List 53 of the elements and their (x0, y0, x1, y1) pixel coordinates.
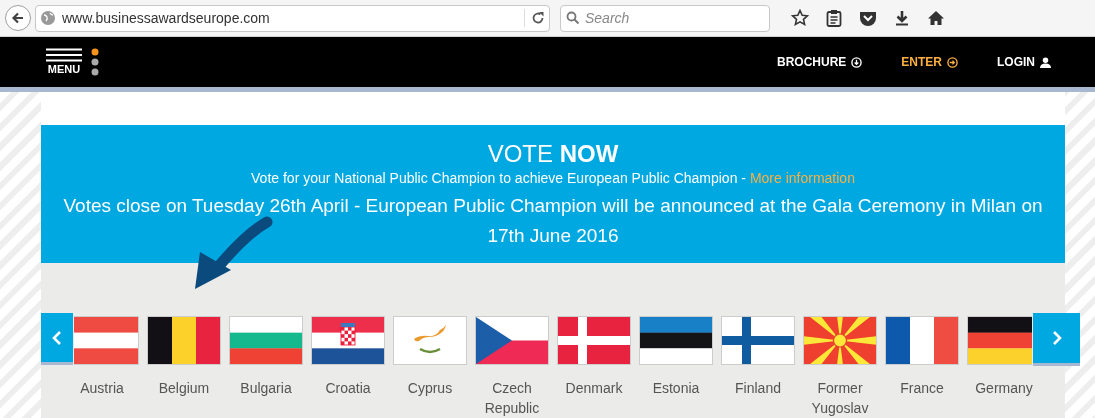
croatia-flag[interactable] (311, 316, 385, 365)
globe-icon (40, 10, 56, 26)
nav-link[interactable]: ENTER (901, 53, 958, 71)
download-icon[interactable] (894, 10, 910, 26)
star-icon[interactable] (791, 9, 809, 27)
clipboard-icon[interactable] (826, 9, 842, 27)
germany-flag[interactable] (967, 316, 1032, 365)
hamburger-icon (46, 48, 82, 62)
banner-title: VOTE NOW (487, 140, 619, 168)
home-icon[interactable] (927, 10, 945, 26)
country-label[interactable]: France (881, 378, 963, 398)
country-label[interactable]: Cyprus (389, 378, 471, 398)
nav-link[interactable]: BROCHURE (777, 53, 863, 71)
country-label[interactable]: Croatia (307, 378, 389, 398)
menu-label: MENU (47, 64, 81, 75)
reload-icon[interactable] (531, 11, 545, 25)
dots-icon (91, 48, 99, 76)
search-field[interactable]: Search (560, 4, 770, 32)
france-flag[interactable] (885, 316, 959, 365)
country-label[interactable]: Denmark (553, 378, 635, 398)
country-label[interactable]: Former Yugoslav (799, 378, 881, 418)
user-icon (1040, 56, 1051, 68)
denmark-flag[interactable] (557, 316, 631, 365)
search-icon (566, 11, 580, 25)
back-arrow-icon (11, 11, 25, 25)
banner-notice: Votes close on Tuesday 26th April - European Public Champion will be announced at the Gala Ceremony in Milan on 17th June 2016 (62, 194, 1044, 248)
chevron-left-icon (52, 329, 62, 346)
austria-flag[interactable] (74, 316, 139, 365)
chevron-right-icon (1051, 330, 1062, 346)
previous-button[interactable] (41, 313, 73, 362)
pocket-icon[interactable] (859, 10, 877, 26)
search-input[interactable]: Search (585, 7, 764, 29)
download-circle-icon (851, 56, 863, 68)
country-label[interactable]: Estonia (635, 378, 717, 398)
czech-flag[interactable] (475, 316, 549, 365)
estonia-flag[interactable] (639, 316, 713, 365)
bulgaria-flag[interactable] (229, 316, 303, 365)
country-label[interactable]: Germany (963, 378, 1045, 398)
arrow-circle-icon (947, 56, 958, 68)
country-label[interactable]: Austria (61, 378, 143, 398)
menu-button[interactable]: MENU (46, 48, 99, 76)
address-bar[interactable]: www.businessawardseurope.com (35, 4, 550, 32)
finland-flag[interactable] (721, 316, 795, 365)
banner-subtitle: Vote for your National Public Champion to achieve European Public Champion - More information (251, 169, 855, 188)
belgium-flag[interactable] (147, 316, 221, 365)
url-text: www.businessawardseurope.com (62, 8, 271, 28)
country-label[interactable]: Belgium (143, 378, 225, 398)
country-label[interactable]: Bulgaria (225, 378, 307, 398)
back-button[interactable] (5, 5, 31, 31)
country-label[interactable]: Czech Republic (471, 378, 553, 418)
country-label[interactable]: Finland (717, 378, 799, 398)
macedonia-flag[interactable] (803, 316, 877, 365)
nav-link[interactable]: LOGIN (997, 53, 1051, 71)
